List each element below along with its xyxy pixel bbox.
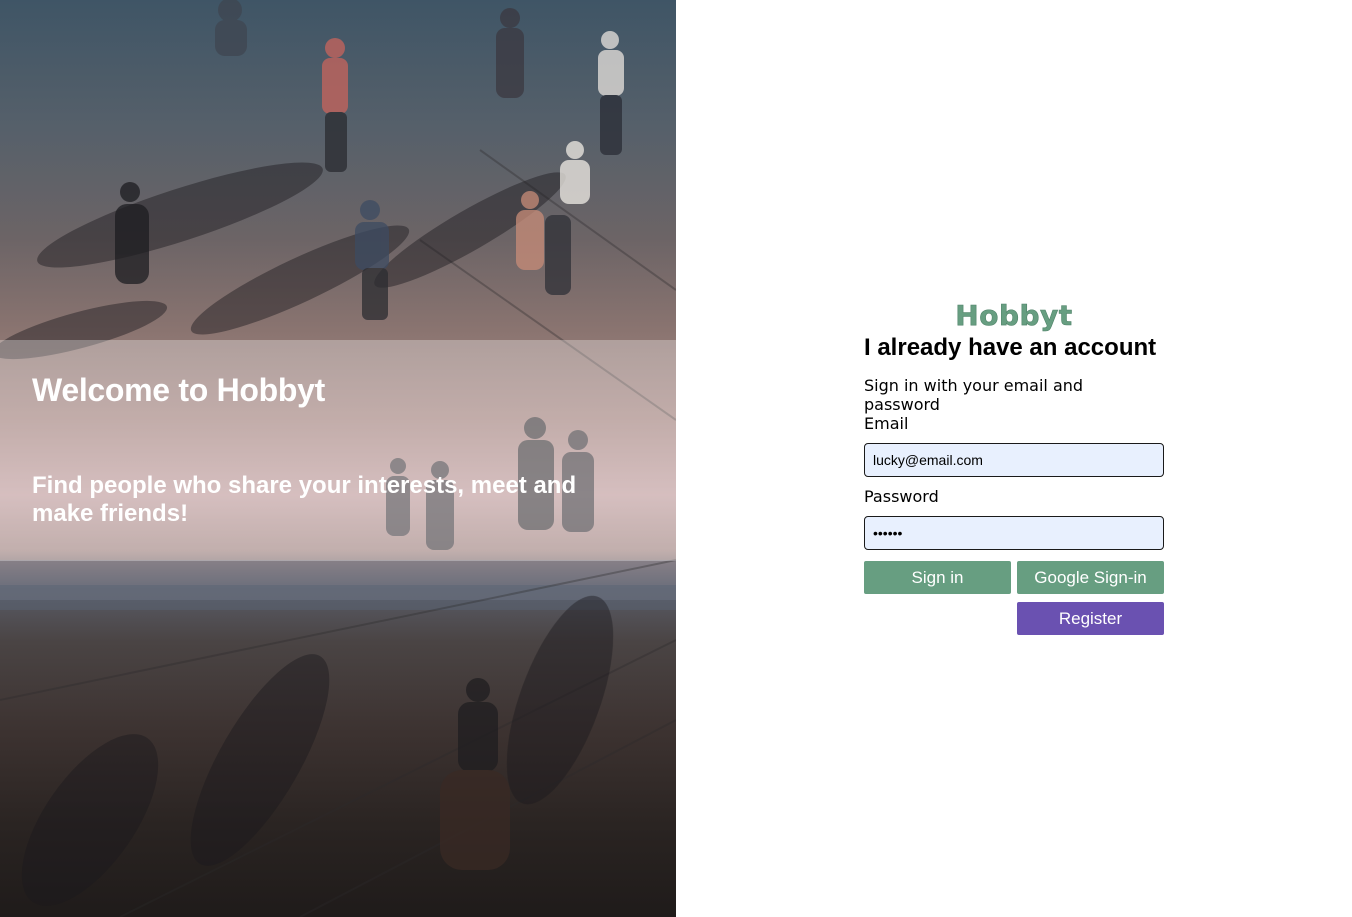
sign-in-button[interactable]: Sign in xyxy=(864,561,1011,594)
password-field[interactable]: •••••• xyxy=(864,516,1164,550)
email-field[interactable]: lucky@email.com xyxy=(864,443,1164,477)
signin-button-row: Sign in Google Sign-in xyxy=(864,561,1164,594)
password-label: Password xyxy=(864,487,939,506)
form-heading: I already have an account xyxy=(864,334,1157,361)
register-button-row: Register xyxy=(864,602,1164,635)
email-label: Email xyxy=(864,414,909,433)
signin-form: Hobbyt I already have an account Sign in… xyxy=(864,298,1164,635)
email-value: lucky@email.com xyxy=(873,452,983,468)
hero-subtitle: Find people who share your interests, me… xyxy=(32,472,577,527)
form-subtitle: Sign in with your email and password xyxy=(864,376,1084,414)
auth-panel: Hobbyt I already have an account Sign in… xyxy=(676,0,1352,917)
hobbyt-logo: Hobbyt xyxy=(955,299,1073,333)
password-value: •••••• xyxy=(873,525,903,541)
register-button[interactable]: Register xyxy=(1017,602,1164,635)
hero-title: Welcome to Hobbyt xyxy=(32,372,325,408)
hero-panel: Welcome to Hobbyt Find people who share … xyxy=(0,0,676,917)
google-sign-in-button[interactable]: Google Sign-in xyxy=(1017,561,1164,594)
signin-page: Welcome to Hobbyt Find people who share … xyxy=(0,0,1352,917)
